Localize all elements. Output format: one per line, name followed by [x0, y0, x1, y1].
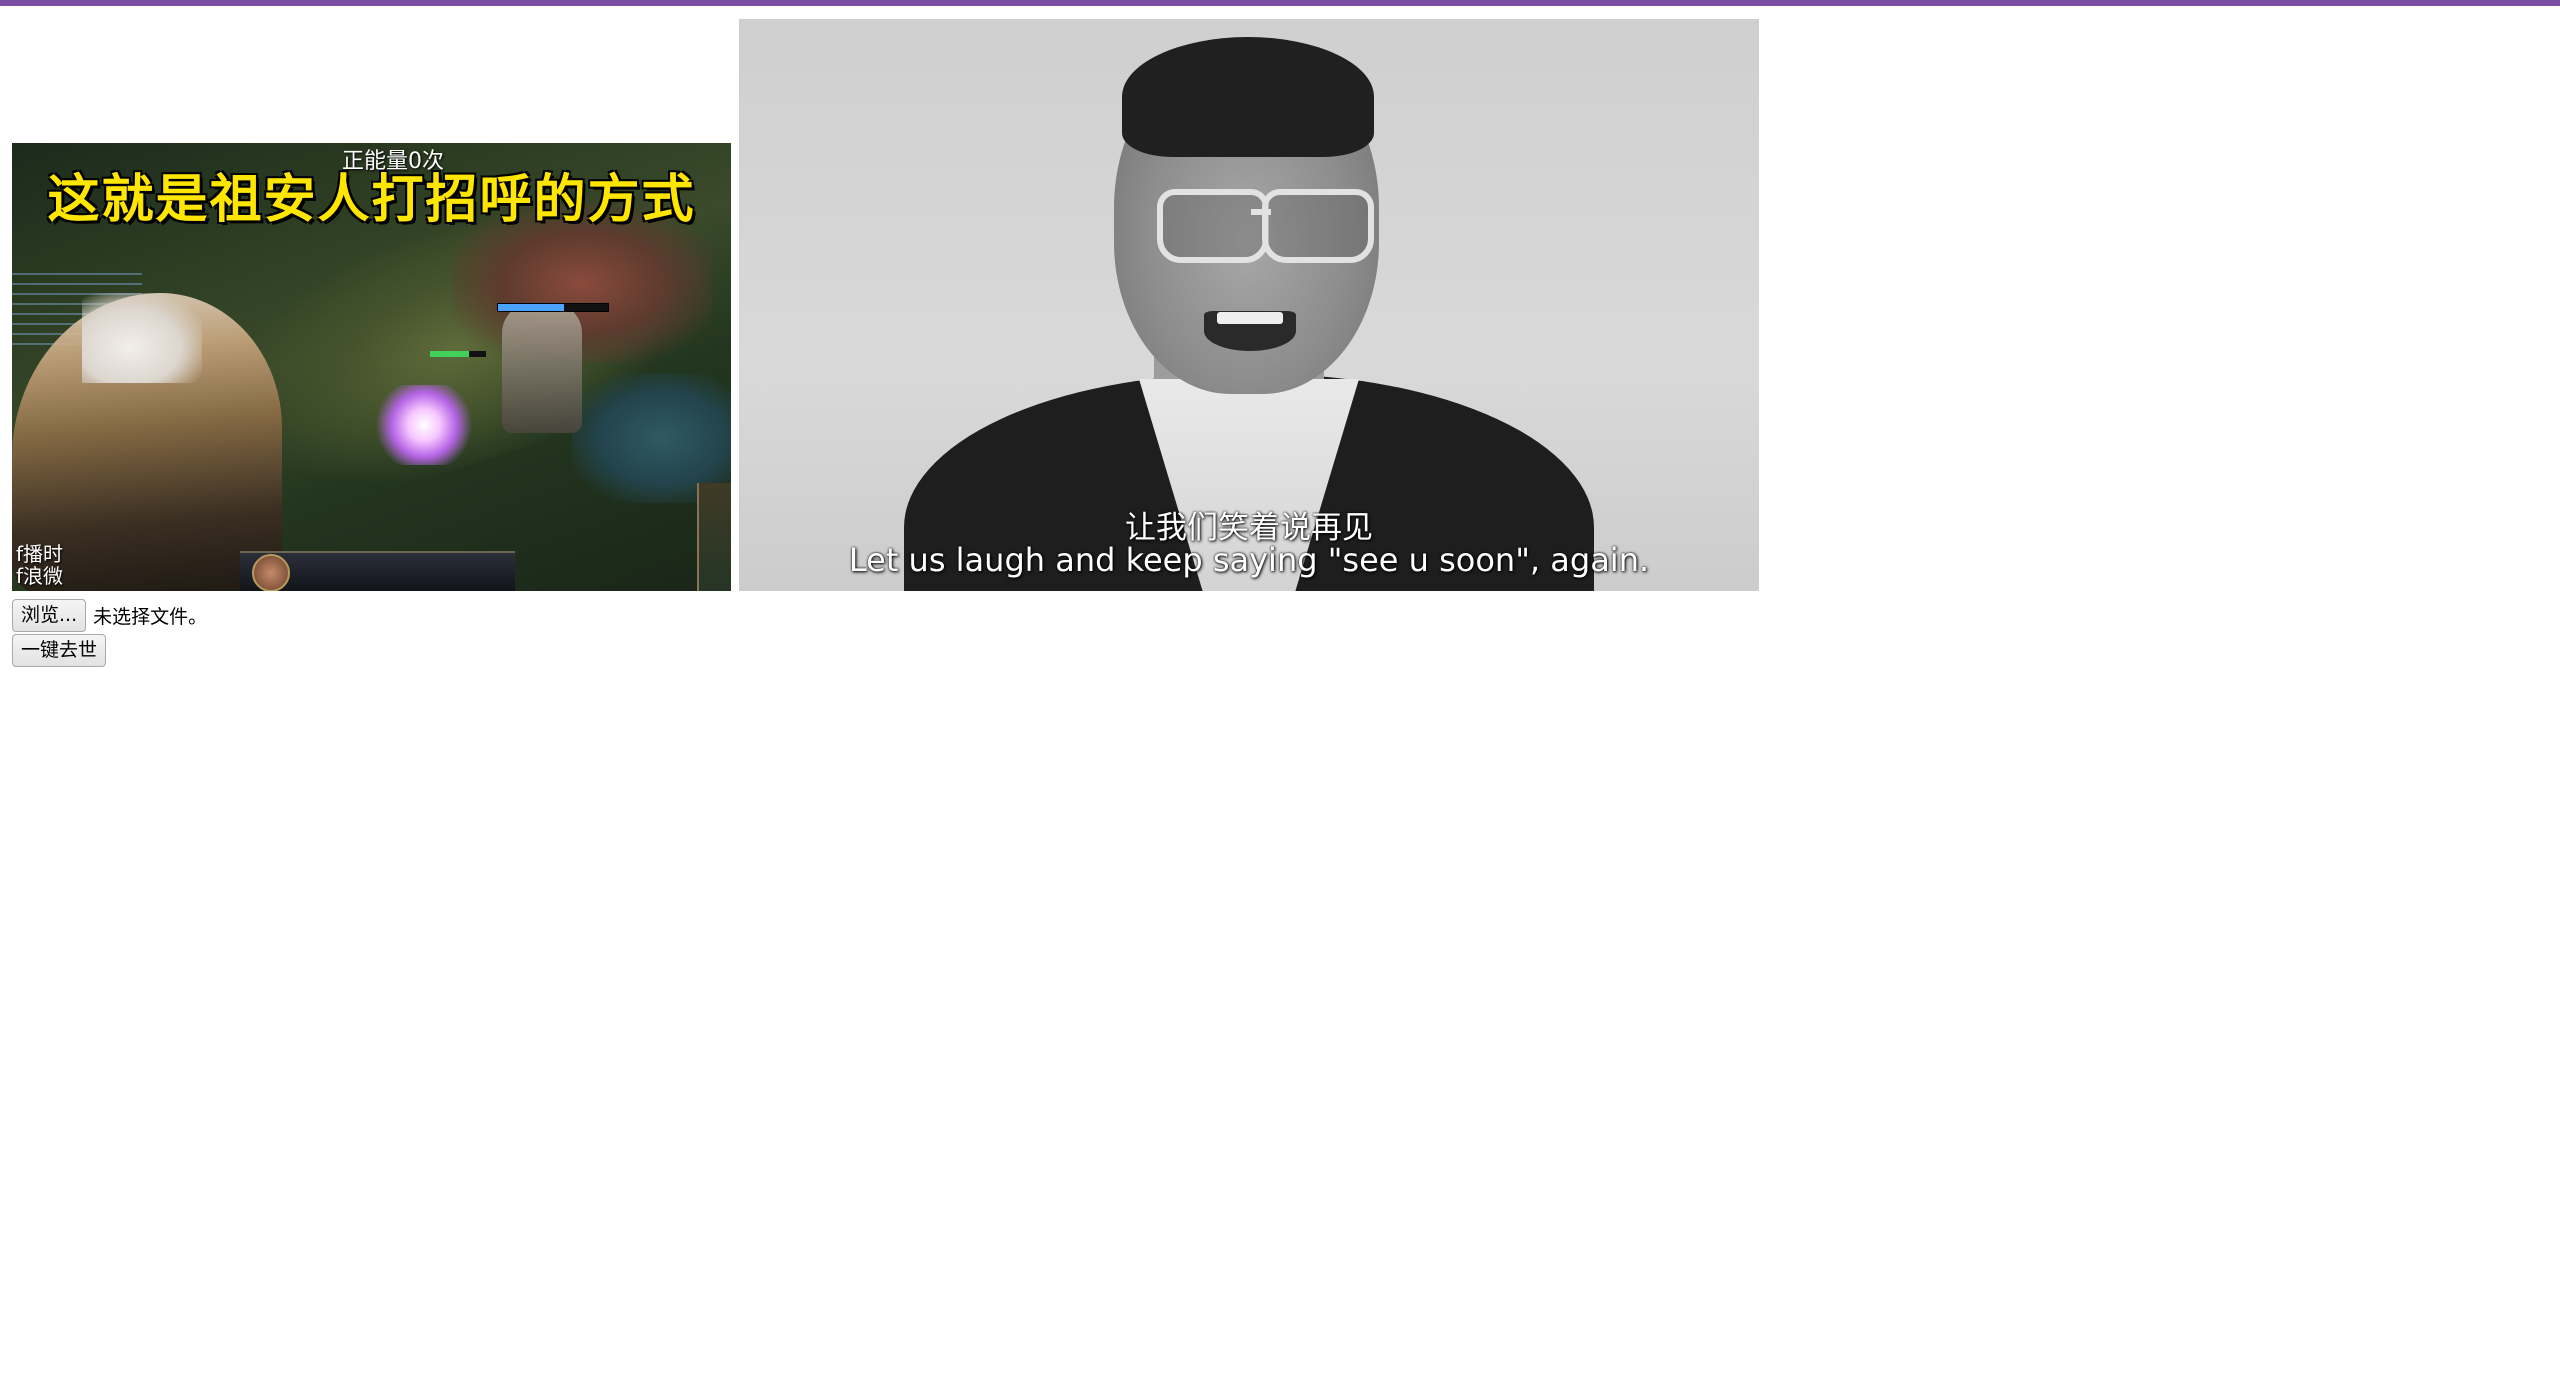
file-input[interactable]: 浏览... 未选择文件。	[12, 598, 207, 632]
watermark-text: f播时 f浪微	[16, 542, 64, 588]
page: 正能量0次 这就是祖安人打招呼的方式 f播时 f浪微 让我们笑着说再见 Let …	[0, 0, 2560, 1375]
one-click-action-button[interactable]: 一键去世	[12, 634, 107, 667]
minimap	[697, 483, 731, 591]
teeth	[1217, 312, 1283, 324]
hair	[1122, 37, 1374, 157]
glasses-left-lens	[1157, 189, 1269, 263]
champion-hair	[82, 293, 202, 383]
glasses-bridge	[1251, 209, 1271, 215]
hud-avatar	[252, 554, 290, 591]
meme-banner-text: 这就是祖安人打招呼的方式	[47, 170, 696, 230]
glasses-right-lens	[1262, 189, 1374, 263]
spell-flash-effect	[374, 385, 474, 465]
enemy-health-bar	[497, 303, 609, 312]
action-row: 一键去世	[12, 634, 107, 667]
top-accent-bar	[0, 0, 2560, 6]
game-screenshot-image: 正能量0次 这就是祖安人打招呼的方式 f播时 f浪微	[12, 143, 731, 591]
portrait-meme-image: 让我们笑着说再见 Let us laugh and keep saying "s…	[739, 19, 1759, 591]
subtitle-english: Let us laugh and keep saying "see u soon…	[848, 541, 1650, 579]
file-status-text: 未选择文件。	[93, 605, 208, 628]
ally-health-bar	[430, 351, 486, 357]
ally-health-fill	[430, 351, 470, 357]
tower-structure	[502, 303, 582, 433]
browse-button[interactable]: 浏览...	[12, 598, 87, 632]
enemy-health-fill	[498, 304, 564, 311]
